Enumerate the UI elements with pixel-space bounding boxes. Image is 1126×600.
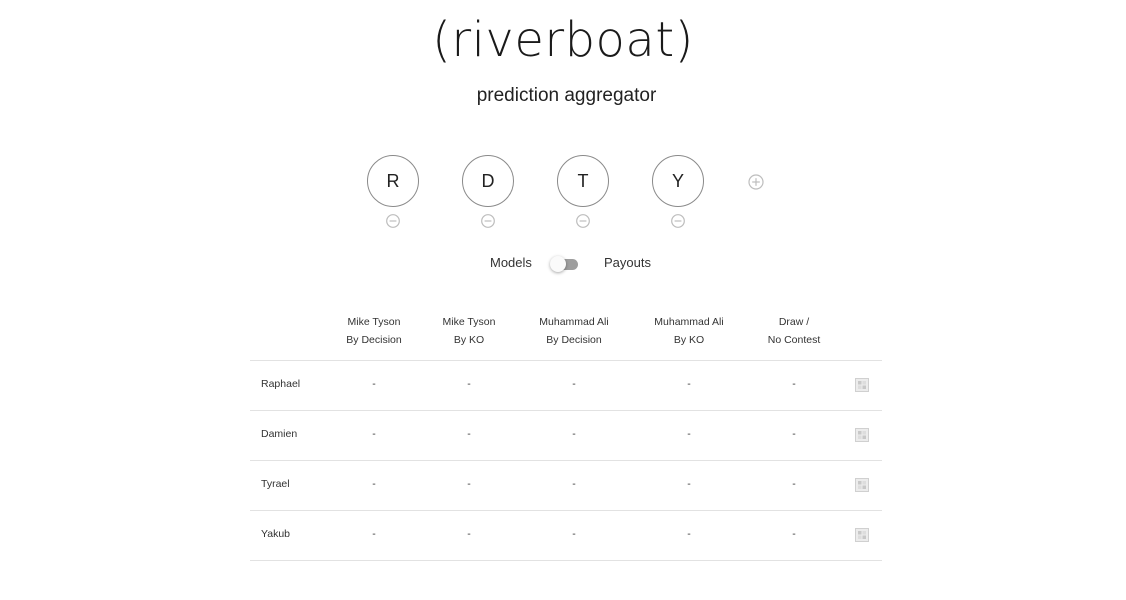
remove-model-icon[interactable] [671,214,685,228]
row-name: Damien [261,428,298,440]
table-header: Mike Tyson By Decision Mike Tyson By KO … [250,305,882,361]
table-cell: - [792,378,796,390]
table-cell: - [467,478,471,490]
table-cell: - [372,528,376,540]
table-cell: - [687,428,691,440]
table-cell: - [372,378,376,390]
table-cell: - [687,478,691,490]
row-name: Yakub [261,528,290,540]
table-cell: - [572,478,576,490]
row-name: Tyrael [261,478,290,490]
grid-icon[interactable] [855,528,869,542]
predictions-table: Mike Tyson By Decision Mike Tyson By KO … [250,305,882,561]
add-model-icon[interactable] [748,174,764,190]
toggle-label-models: Models [490,255,532,270]
table-cell: - [792,428,796,440]
model-item: T [557,155,609,228]
remove-model-icon[interactable] [386,214,400,228]
model-item: D [462,155,514,228]
toggle-knob [550,256,566,272]
table-cell: - [467,428,471,440]
models-payouts-toggle[interactable] [550,256,578,272]
table-cell: - [572,378,576,390]
model-avatar[interactable]: R [367,155,419,207]
view-toggle-row: Models Payouts [0,255,1126,275]
model-item: Y [652,155,704,228]
table-cell: - [792,478,796,490]
model-avatar[interactable]: T [557,155,609,207]
page: (riverboat) prediction aggregator R D T [0,0,1126,600]
table-cell: - [467,528,471,540]
column-header: Mike Tyson By Decision [346,316,402,346]
table-cell: - [687,528,691,540]
app-subtitle: prediction aggregator [476,85,657,106]
table-cell: - [372,428,376,440]
table-cell: - [372,478,376,490]
table-cell: - [572,428,576,440]
table-row: Raphael - - - - - [250,361,882,411]
model-avatar[interactable]: Y [652,155,704,207]
column-header: Mike Tyson By KO [442,316,496,346]
column-header: Draw / No Contest [767,316,821,346]
model-avatars: R D T Y [367,155,787,235]
row-name: Raphael [261,378,301,390]
grid-icon[interactable] [855,428,869,442]
table-row: Tyrael - - - - - [250,461,882,511]
model-item: R [367,155,419,228]
table-cell: - [572,528,576,540]
table-cell: - [687,378,691,390]
app-title: (riverboat) [432,12,694,68]
table-cell: - [467,378,471,390]
toggle-label-payouts: Payouts [604,255,651,270]
model-avatar[interactable]: D [462,155,514,207]
remove-model-icon[interactable] [576,214,590,228]
column-header: Muhammad Ali By Decision [539,316,609,346]
remove-model-icon[interactable] [481,214,495,228]
grid-icon[interactable] [855,478,869,492]
column-header: Muhammad Ali By KO [654,316,724,346]
grid-icon[interactable] [855,378,869,392]
table-row: Yakub - - - - - [250,511,882,561]
table-cell: - [792,528,796,540]
table-row: Damien - - - - - [250,411,882,461]
